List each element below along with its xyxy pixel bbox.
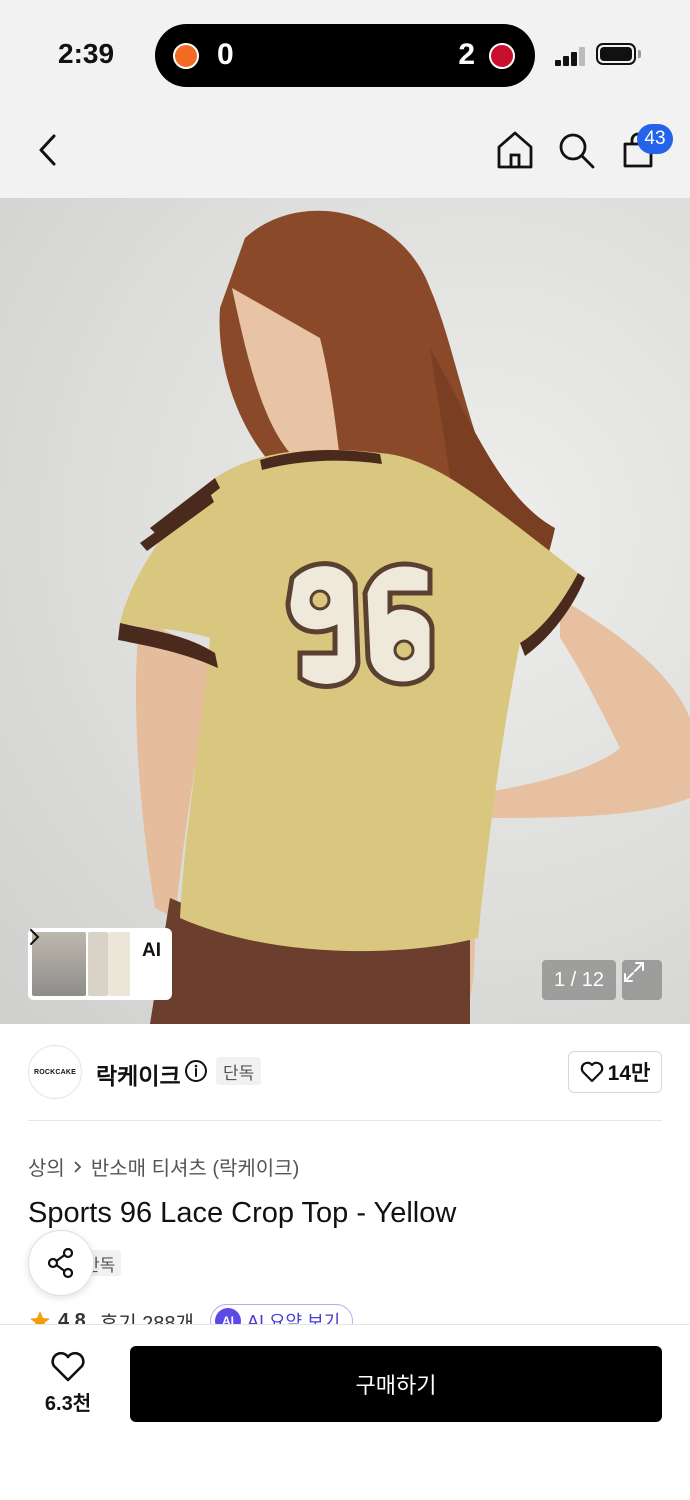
brand-like-count: 14만 <box>607 1062 651 1085</box>
clock: 2:39 <box>58 38 115 69</box>
product-title: Sports 96 Lace Crop Top - Yellow <box>28 1197 457 1229</box>
away-team-logo-icon <box>489 43 515 69</box>
status-bar: 2:39 0 2 <box>0 0 690 104</box>
brand-logo[interactable]: ROCKCAKE <box>28 1045 82 1099</box>
bottom-purchase-bar: 6.3천 구매하기 <box>0 1324 690 1500</box>
image-counter: 1 / 12 <box>542 960 616 1000</box>
brand-like-button[interactable]: 14만 <box>568 1051 662 1093</box>
home-team-logo-icon <box>173 43 199 69</box>
battery-icon <box>596 43 636 65</box>
home-team-score: 0 <box>217 38 234 71</box>
section-divider <box>28 1120 662 1121</box>
cellular-signal-icon <box>555 46 587 66</box>
product-image-gallery[interactable]: AI 1 / 12 <box>0 198 690 1024</box>
gallery-thumbnail <box>32 932 86 996</box>
wishlist-button[interactable]: 6.3천 <box>28 1351 108 1421</box>
heart-icon <box>580 1061 603 1083</box>
cart-count-badge: 43 <box>637 124 673 154</box>
wishlist-count: 6.3천 <box>44 1393 92 1415</box>
share-icon <box>47 1247 74 1279</box>
product-photo <box>118 210 690 1024</box>
home-button[interactable] <box>493 128 537 172</box>
search-button[interactable] <box>554 128 598 172</box>
search-icon <box>559 133 595 169</box>
gallery-thumbnail <box>108 932 130 996</box>
buy-now-button[interactable]: 구매하기 <box>130 1346 662 1422</box>
breadcrumb-category[interactable]: 상의 <box>28 1152 65 1181</box>
live-score-activity[interactable]: 0 2 <box>155 24 535 87</box>
chevron-left-icon <box>39 134 56 166</box>
expand-icon <box>624 962 644 982</box>
ai-label: AI <box>142 940 161 961</box>
exclusive-badge: 단독 <box>216 1057 262 1085</box>
back-button[interactable] <box>26 128 70 172</box>
share-button[interactable] <box>28 1230 94 1296</box>
top-navigation-bar <box>0 104 690 198</box>
breadcrumb: 상의 반소매 티셔츠 (락케이크) <box>28 1152 299 1181</box>
info-icon[interactable] <box>184 1059 208 1083</box>
chevron-right-icon <box>30 929 40 945</box>
gallery-thumbnail <box>88 932 108 996</box>
heart-icon <box>51 1351 85 1382</box>
ai-lookbook-thumbnail-strip[interactable]: AI <box>28 928 172 1000</box>
brand-name[interactable]: 락케이크 <box>96 1057 181 1091</box>
breadcrumb-subcategory[interactable]: 반소매 티셔츠 (락케이크) <box>91 1152 299 1181</box>
home-icon <box>497 131 533 169</box>
away-team-score: 2 <box>458 38 475 71</box>
chevron-right-icon <box>74 1160 82 1173</box>
expand-image-button[interactable] <box>622 960 662 1000</box>
